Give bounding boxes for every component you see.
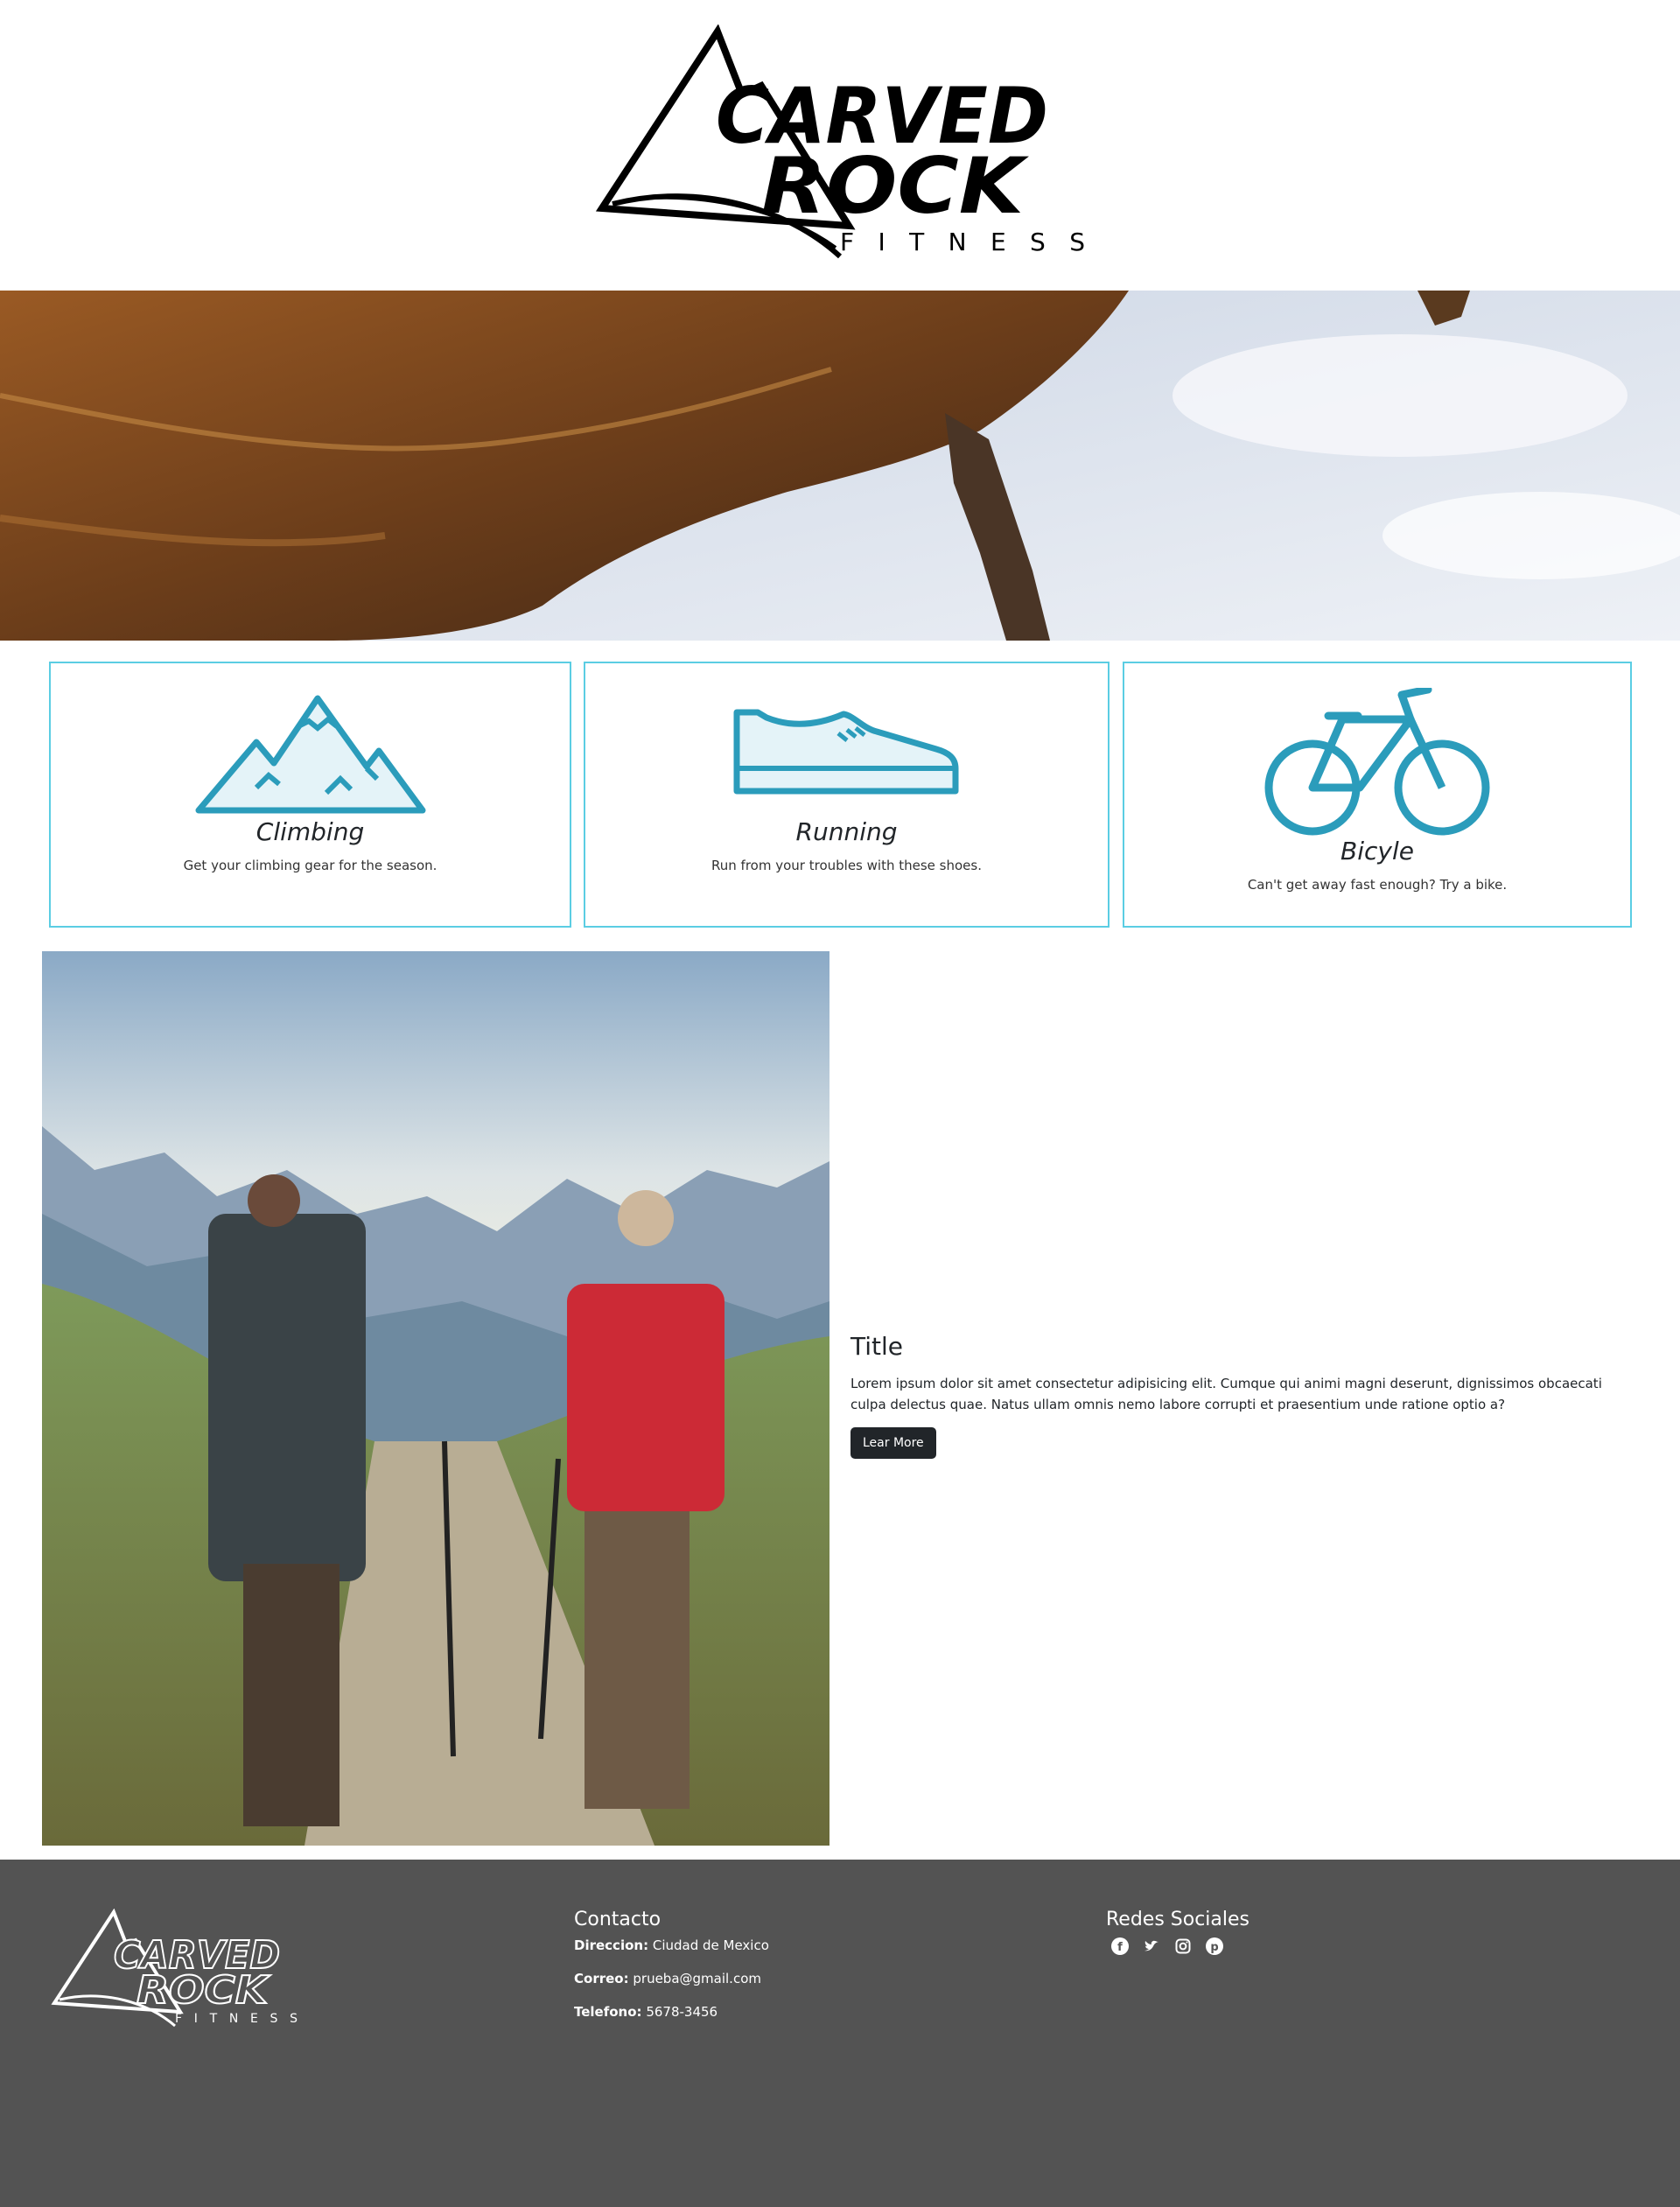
svg-text:ROCK: ROCK [136, 1968, 270, 2013]
shoe-icon [733, 709, 958, 795]
email-line: Correo: prueba@gmail.com [574, 1971, 769, 1986]
card-title: Bicyle [1340, 837, 1414, 865]
phone-line: Telefono: 5678-3456 [574, 2004, 769, 2020]
contact-title: Contacto [574, 1909, 662, 1930]
address-line: Direccion: Ciudad de Mexico [574, 1937, 769, 1953]
email-value[interactable]: prueba@gmail.com [633, 1971, 761, 1986]
svg-text:FITNESS: FITNESS [175, 2012, 298, 2026]
feature-text: Lorem ipsum dolor sit amet consectetur a… [850, 1376, 1602, 1412]
card-text: Run from your troubles with these shoes. [711, 858, 982, 873]
email-label: Correo: [574, 1971, 629, 1986]
social-section: Redes Sociales f p [1106, 1909, 1250, 1955]
svg-text:ROCK: ROCK [761, 141, 1029, 231]
site-header: CARVED ROCK FITNESS [0, 0, 1680, 291]
carved-rock-logo[interactable]: CARVED ROCK FITNESS [595, 25, 1094, 270]
card-text: Can't get away fast enough? Try a bike. [1247, 877, 1508, 893]
card-climbing[interactable]: Climbing Get your climbing gear for the … [49, 662, 571, 928]
contact-section: Contacto Direccion: Ciudad de Mexico Cor… [574, 1909, 769, 2037]
bicycle-icon [1264, 688, 1490, 836]
hero-banner [0, 291, 1680, 641]
mountain-icon [195, 695, 425, 814]
svg-text:f: f [1117, 1941, 1123, 1954]
card-running[interactable]: Running Run from your troubles with thes… [584, 662, 1110, 928]
carved-rock-logo-footer[interactable]: CARVED ROCK FITNESS [51, 1909, 304, 2031]
address-value: Ciudad de Mexico [652, 1937, 769, 1953]
site-footer: CARVED ROCK FITNESS Contacto Direccion: … [0, 1860, 1680, 2207]
facebook-icon[interactable]: f [1111, 1937, 1129, 1955]
card-title: Running [795, 817, 898, 846]
card-text: Get your climbing gear for the season. [183, 858, 438, 873]
hero-climbing-image [0, 291, 1680, 641]
address-label: Direccion: [574, 1937, 649, 1953]
svg-text:FITNESS: FITNESS [840, 228, 1085, 256]
feature-section: Title Lorem ipsum dolor sit amet consect… [850, 1332, 1603, 1459]
twitter-icon[interactable] [1143, 1937, 1160, 1955]
social-icons: f p [1111, 1937, 1250, 1955]
card-bicycle[interactable]: Bicyle Can't get away fast enough? Try a… [1123, 662, 1632, 928]
phone-value: 5678-3456 [646, 2004, 718, 2020]
phone-label: Telefono: [574, 2004, 642, 2020]
hikers-image [42, 951, 830, 1846]
card-title: Climbing [256, 817, 365, 846]
instagram-icon[interactable] [1174, 1937, 1192, 1955]
feature-title: Title [850, 1332, 904, 1361]
learn-more-button[interactable]: Lear More [850, 1427, 936, 1459]
social-title: Redes Sociales [1106, 1909, 1250, 1930]
pinterest-icon[interactable]: p [1206, 1937, 1223, 1955]
svg-text:p: p [1210, 1941, 1218, 1954]
